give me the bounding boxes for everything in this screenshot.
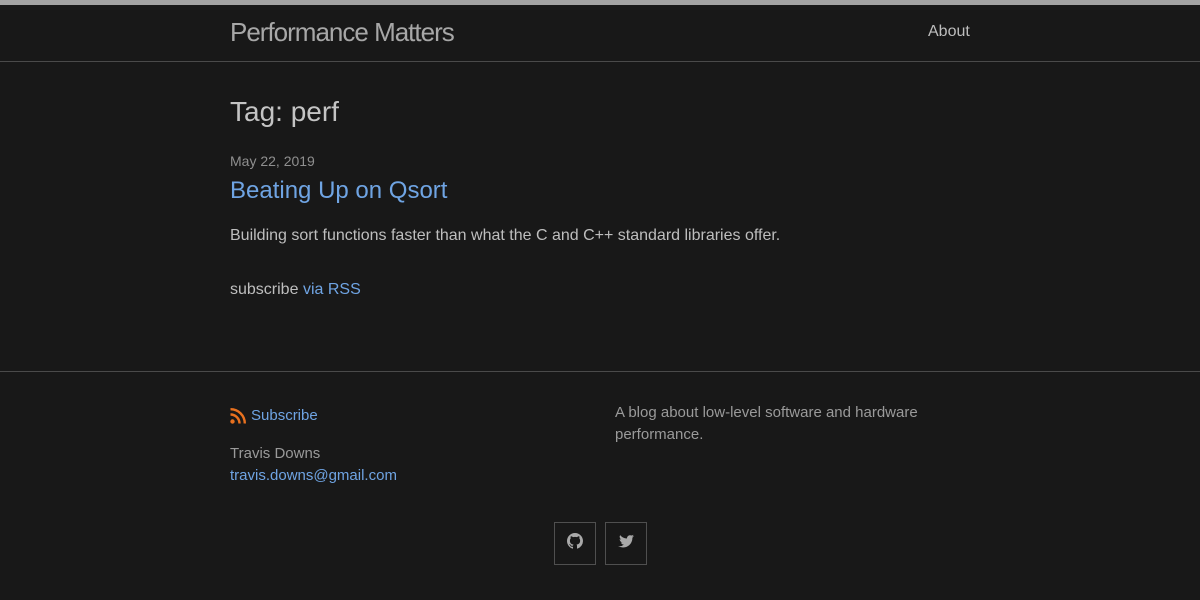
footer-subscribe-link[interactable]: Subscribe — [230, 407, 318, 424]
twitter-link[interactable] — [605, 522, 647, 565]
footer-subscribe-label: Subscribe — [251, 407, 318, 424]
rss-subscribe-line: subscribe via RSS — [230, 281, 361, 299]
github-icon — [567, 533, 583, 554]
rss-prefix-text: subscribe — [230, 281, 299, 298]
post-excerpt: Building sort functions faster than what… — [230, 227, 781, 244]
site-header: Performance Matters About — [0, 5, 1200, 62]
site-title-link[interactable]: Performance Matters — [230, 17, 455, 48]
rss-icon — [230, 407, 246, 424]
site-description: A blog about low-level software and hard… — [615, 404, 918, 443]
github-link[interactable] — [554, 522, 596, 565]
author-name: Travis Downs — [230, 445, 321, 462]
author-email-link[interactable]: travis.downs@gmail.com — [230, 467, 397, 484]
post-date: May 22, 2019 — [230, 153, 315, 169]
post-title-link[interactable]: Beating Up on Qsort — [230, 177, 447, 205]
rss-link[interactable]: via RSS — [303, 281, 361, 298]
page-title: Tag: perf — [230, 96, 339, 127]
nav-about-link[interactable]: About — [928, 23, 970, 41]
site-footer: Subscribe Travis Downs travis.downs@gmai… — [0, 371, 1200, 600]
twitter-icon — [618, 533, 634, 554]
